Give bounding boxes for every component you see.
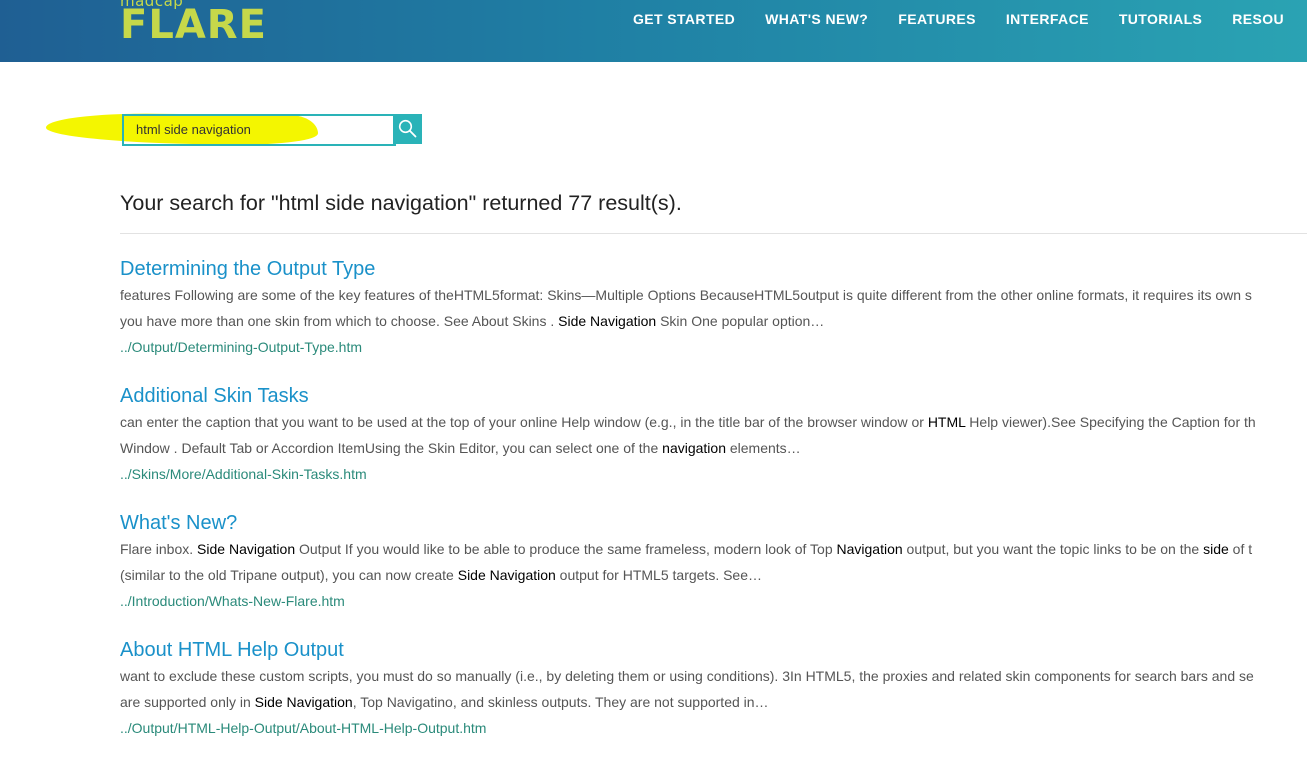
result-snippet: (similar to the old Tripane output), you… (120, 562, 1307, 588)
nav-item-interface[interactable]: INTERFACE (991, 10, 1104, 28)
snippet-text: features Following are some of the key f… (120, 287, 1252, 303)
result-snippet: Window . Default Tab or Accordion ItemUs… (120, 435, 1307, 461)
snippet-highlight: side (1203, 541, 1229, 557)
search-results: Determining the Output Type features Foll… (120, 256, 1307, 764)
result-title-link[interactable]: Additional Skin Tasks (120, 383, 1307, 409)
snippet-text: can enter the caption that you want to b… (120, 414, 928, 430)
search-summary: Your search for "html side navigation" r… (120, 191, 682, 215)
snippet-highlight: navigation (662, 440, 726, 456)
snippet-highlight: Side Navigation (197, 541, 296, 557)
site-header: madcap™ FLARE GET STARTEDWHAT'S NEW?FEAT… (0, 0, 1307, 62)
snippet-highlight: HTML (927, 414, 966, 430)
result-title-link[interactable]: About HTML Help Output (120, 637, 1307, 663)
snippet-highlight: Navigation (836, 541, 903, 557)
result-title-link[interactable]: Determining the Output Type (120, 256, 1307, 282)
snippet-text: Output If you would like to be able to p… (295, 541, 837, 557)
search-box (122, 114, 396, 146)
result-snippet: want to exclude these custom scripts, yo… (120, 663, 1307, 689)
snippet-text: you have more than one skin from which t… (120, 313, 559, 329)
search-button[interactable] (393, 114, 422, 144)
result-snippet: you have more than one skin from which t… (120, 308, 1307, 334)
snippet-text: output for HTML5 targets. See… (555, 567, 763, 583)
nav-item-tutorials[interactable]: TUTORIALS (1104, 10, 1217, 28)
search-icon (398, 119, 417, 138)
main-nav: GET STARTED WHAT'S NEW? FEATURES INTERFACE T… (618, 10, 1299, 28)
madcap-flare-logo[interactable]: madcap™ FLARE (120, 0, 290, 52)
nav-item-features[interactable]: FEATURES (883, 10, 991, 28)
divider (120, 233, 1307, 234)
result-url-link[interactable]: ../Output/HTML-Help-Output/About-HTML-He… (120, 715, 1307, 741)
snippet-text: elements… (725, 440, 801, 456)
result-title-link[interactable]: What's New? (120, 510, 1307, 536)
result-snippet: are supported only in Side Navigation, T… (120, 689, 1307, 715)
snippet-text: , Top Navigatino, and skinless outputs. … (352, 694, 769, 710)
result-url-link[interactable]: ../Introduction/Whats-New-Flare.htm (120, 588, 1307, 614)
snippet-text: output, but you want the topic links to … (902, 541, 1204, 557)
search-result: Determining the Output Type features Foll… (120, 256, 1307, 383)
search-result: What's New? Flare inbox. Side Navigation … (120, 510, 1307, 637)
snippet-highlight: Side Navigation (457, 567, 556, 583)
snippet-text: want to exclude these custom scripts, yo… (120, 668, 1254, 684)
result-url-link[interactable]: ../Output/Determining-Output-Type.htm (120, 334, 1307, 360)
snippet-text: Window . Default Tab or Accordion ItemUs… (120, 440, 663, 456)
result-url-link[interactable]: ../Skins/More/Additional-Skin-Tasks.htm (120, 461, 1307, 487)
nav-item-what-s-new[interactable]: WHAT'S NEW? (750, 10, 883, 28)
snippet-text: are supported only in (120, 694, 255, 710)
nav-item-resou[interactable]: RESOU (1217, 10, 1299, 28)
snippet-text: (similar to the old Tripane output), you… (120, 567, 458, 583)
result-snippet: can enter the caption that you want to b… (120, 409, 1307, 435)
snippet-highlight: Side Navigation (254, 694, 353, 710)
snippet-highlight: Side Navigation (558, 313, 657, 329)
result-snippet: features Following are some of the key f… (120, 282, 1307, 308)
result-snippet: Flare inbox. Side Navigation Output If y… (120, 536, 1307, 562)
search-result: About HTML Help Output want to exclude th… (120, 637, 1307, 764)
search-input[interactable] (136, 116, 386, 144)
snippet-text: Flare inbox. (120, 541, 198, 557)
snippet-text: of t (1228, 541, 1253, 557)
snippet-text: Skin One popular option… (656, 313, 825, 329)
search-result: Additional Skin Tasks can enter the capti… (120, 383, 1307, 510)
logo-big-text: FLARE (120, 2, 267, 48)
snippet-text: Help viewer).See Specifying the Caption … (965, 414, 1256, 430)
nav-item-get-started[interactable]: GET STARTED (618, 10, 750, 28)
